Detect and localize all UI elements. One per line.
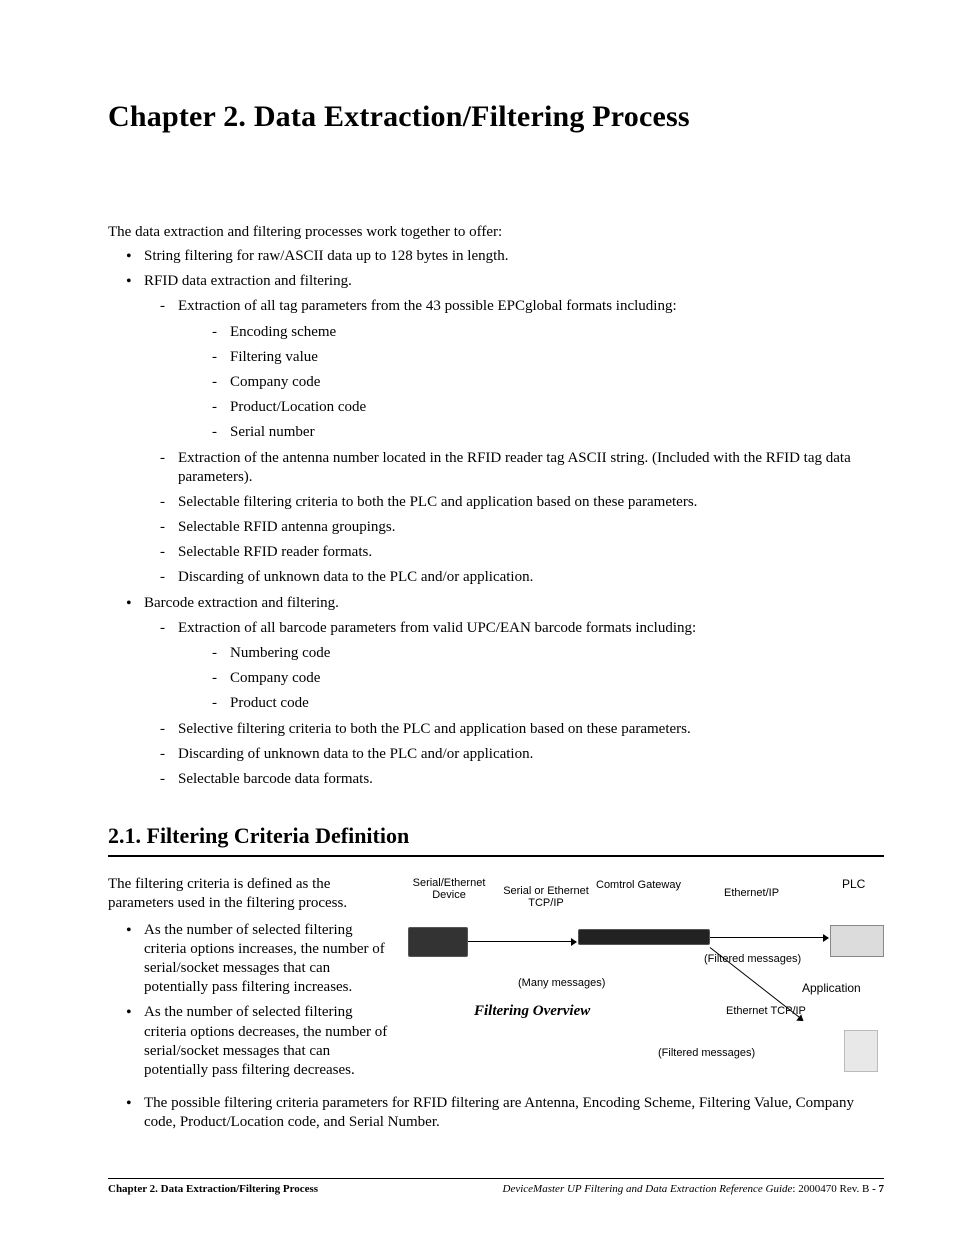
list-item-label: RFID data extraction and filtering. [144, 273, 352, 289]
list-item-label: Extraction of all tag parameters from th… [178, 298, 677, 314]
diagram-label-many-messages: (Many messages) [518, 977, 605, 989]
list-item: Extraction of all tag parameters from th… [178, 297, 884, 442]
arrow-icon [710, 937, 828, 938]
list-item: Extraction of all barcode parameters fro… [178, 619, 884, 714]
footer-doc-id: : 2000470 Rev. B [792, 1183, 872, 1195]
plc-icon [830, 925, 884, 957]
list-item: Product code [230, 694, 884, 713]
list-item: Company code [230, 373, 884, 392]
diagram-label-plc: PLC [842, 877, 865, 891]
filtering-overview-diagram: Serial/EthernetDevice Serial or Ethernet… [404, 875, 884, 1075]
page: Chapter 2. Data Extraction/Filtering Pro… [0, 0, 954, 1235]
diagram-label-application: Application [802, 981, 861, 995]
list-item: Filtering value [230, 348, 884, 367]
list-item: Discarding of unknown data to the PLC an… [178, 745, 884, 764]
list-item: Selectable RFID reader formats. [178, 543, 884, 562]
list-item: As the number of selected filtering crit… [144, 921, 392, 998]
two-column-row: The filtering criteria is defined as the… [108, 875, 884, 1086]
list-item: Discarding of unknown data to the PLC an… [178, 568, 884, 587]
gateway-icon [578, 929, 710, 945]
diagram-label-ethernet-ip: Ethernet/IP [724, 887, 779, 899]
diagram-column: Serial/EthernetDevice Serial or Ethernet… [404, 875, 884, 1086]
main-bullet-list: String filtering for raw/ASCII data up t… [108, 247, 884, 789]
footer-left: Chapter 2. Data Extraction/Filtering Pro… [108, 1183, 318, 1195]
list-item: Serial number [230, 423, 884, 442]
list-item: Product/Location code [230, 398, 884, 417]
section-bullet-list: As the number of selected filtering crit… [108, 921, 392, 1081]
diagram-caption: Filtering Overview [474, 1003, 590, 1020]
list-item: Selectable RFID antenna groupings. [178, 518, 884, 537]
diagram-label-filtered-messages: (Filtered messages) [704, 953, 801, 965]
list-item: Encoding scheme [230, 323, 884, 342]
barcode-params-list: Numbering code Company code Product code [178, 644, 884, 714]
footer-doc-title: DeviceMaster UP Filtering and Data Extra… [503, 1183, 793, 1195]
list-item-label: Barcode extraction and filtering. [144, 595, 339, 611]
list-item: The possible filtering criteria paramete… [144, 1094, 884, 1132]
diagram-label-filtered-messages-2: (Filtered messages) [658, 1047, 755, 1059]
list-item: Barcode extraction and filtering. Extrac… [144, 594, 884, 790]
list-item: As the number of selected filtering crit… [144, 1003, 392, 1080]
section-bullet-list-continued: The possible filtering criteria paramete… [108, 1094, 884, 1132]
list-item: RFID data extraction and filtering. Extr… [144, 272, 884, 587]
rfid-params-list: Encoding scheme Filtering value Company … [178, 323, 884, 443]
page-footer: Chapter 2. Data Extraction/Filtering Pro… [108, 1178, 884, 1195]
arrow-icon [468, 941, 576, 942]
footer-rule [108, 1178, 884, 1179]
diagram-label-ethernet-tcpip: Ethernet TCP/IP [726, 1005, 806, 1017]
diagram-label-serial-ethernet-device: Serial/EthernetDevice [404, 877, 494, 901]
list-item: Selectable filtering criteria to both th… [178, 493, 884, 512]
intro-paragraph: The data extraction and filtering proces… [108, 224, 884, 241]
section-intro: The filtering criteria is defined as the… [108, 875, 392, 913]
chapter-title: Chapter 2. Data Extraction/Filtering Pro… [108, 100, 884, 134]
rfid-sublist: Extraction of all tag parameters from th… [144, 297, 884, 587]
application-icon [844, 1030, 878, 1072]
footer-right: DeviceMaster UP Filtering and Data Extra… [503, 1183, 884, 1195]
section-rule [108, 855, 884, 857]
list-item: Selective filtering criteria to both the… [178, 720, 884, 739]
footer-page-number: - 7 [872, 1183, 884, 1195]
list-item: Company code [230, 669, 884, 688]
section-title: 2.1. Filtering Criteria Definition [108, 823, 884, 849]
section-text-column: The filtering criteria is defined as the… [108, 875, 392, 1086]
footer-row: Chapter 2. Data Extraction/Filtering Pro… [108, 1183, 884, 1195]
device-icon [408, 927, 468, 957]
list-item: String filtering for raw/ASCII data up t… [144, 247, 884, 266]
barcode-sublist: Extraction of all barcode parameters fro… [144, 619, 884, 789]
list-item: Selectable barcode data formats. [178, 770, 884, 789]
list-item-label: Extraction of all barcode parameters fro… [178, 620, 696, 636]
list-item: Numbering code [230, 644, 884, 663]
list-item: Extraction of the antenna number located… [178, 449, 884, 487]
diagram-label-serial-or-ethernet-tcpip: Serial or EthernetTCP/IP [496, 885, 596, 909]
diagram-label-comtrol-gateway: Comtrol Gateway [596, 879, 681, 891]
